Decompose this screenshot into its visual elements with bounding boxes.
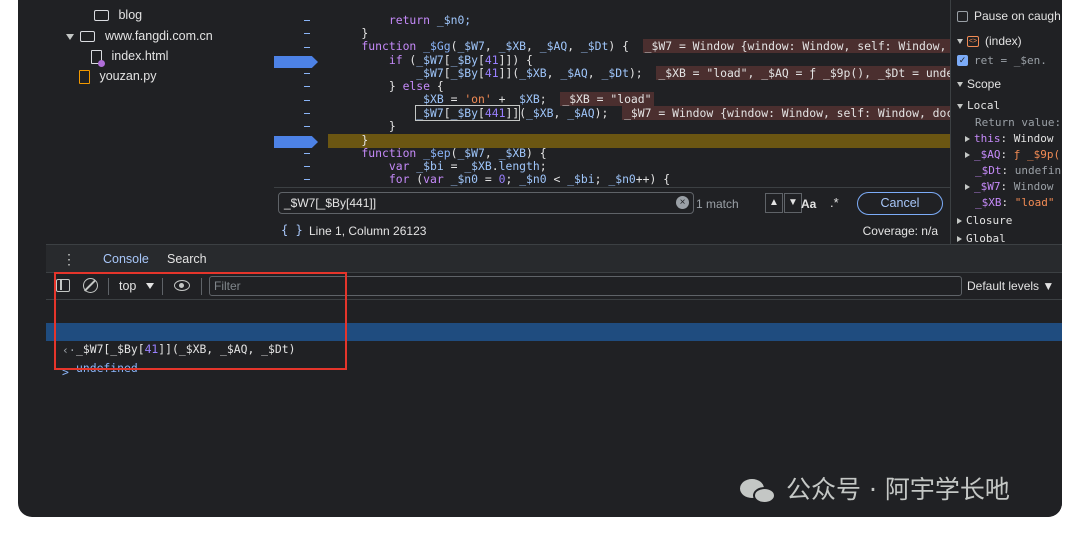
cancel-button[interactable]: Cancel <box>857 192 943 215</box>
tree-item-youzan-py[interactable]: youzan.py <box>79 67 156 85</box>
editor-status-bar: { } Line 1, Column 26123 Coverage: n/a <box>274 217 950 244</box>
scope-var-this[interactable]: this: Window <box>965 131 1054 147</box>
callstack-frame-index[interactable]: <> (index) <box>957 33 1022 49</box>
scope-panel: Pause on caugh <> (index) ✓ ret = _$en. Sc… <box>950 0 1062 244</box>
tree-item-label: youzan.py <box>99 69 157 83</box>
tree-item-index-html[interactable]: index.html <box>91 47 169 67</box>
wechat-watermark: 公众号 · 阿宇学长吔 <box>740 472 1010 508</box>
folder-icon <box>94 10 109 22</box>
scope-section-header[interactable]: Scope <box>957 76 1001 92</box>
annotation-highlight-box <box>54 272 347 370</box>
tree-item-label: index.html <box>111 49 169 63</box>
code-line: _$XB = 'on' + _$XB; _$XB = "load" <box>416 92 654 106</box>
watermark-text: 公众号 · 阿宇学长吔 <box>786 475 1010 504</box>
breakpoint-marker[interactable] <box>274 56 318 68</box>
more-tabs-icon[interactable]: ⋮ <box>62 251 76 268</box>
file-tree: blog www.fangdi.com.cn index.html youzan… <box>46 0 290 244</box>
tab-search[interactable]: Search <box>167 252 207 266</box>
source-search-bar: _$W7[_$By[441]] × 1 match ▲ ▼ Aa .* Canc… <box>274 187 950 217</box>
wechat-icon <box>740 477 778 505</box>
scope-var-w7[interactable]: _$W7: Window <box>965 179 1054 195</box>
log-levels-dropdown[interactable]: Default levels ▼ <box>967 279 1054 293</box>
match-case-button[interactable]: Aa <box>801 197 816 211</box>
code-line: } <box>334 119 396 133</box>
code-line: for (var _$n0 = 0; _$n0 < _$bi; _$n0++) … <box>334 172 671 186</box>
code-frame-icon: <> <box>967 36 979 48</box>
tree-item-domain[interactable]: www.fangdi.com.cn <box>66 27 213 45</box>
scope-var-dt[interactable]: _$Dt: undefin <box>975 163 1061 179</box>
tree-item-label: www.fangdi.com.cn <box>104 29 213 43</box>
checkbox-icon[interactable] <box>957 11 968 23</box>
checkbox-checked-icon[interactable]: ✓ <box>957 55 968 67</box>
pretty-print-icon[interactable]: { } <box>281 223 303 237</box>
search-input[interactable]: _$W7[_$By[441]] <box>278 192 694 214</box>
match-count: 1 match <box>696 197 739 211</box>
tree-item-blog[interactable]: blog <box>94 6 142 24</box>
tree-item-label: blog <box>118 8 143 22</box>
code-line: function _$Gg(_$W7, _$XB, _$AQ, _$Dt) { … <box>334 39 950 53</box>
regex-button[interactable]: .* <box>830 195 839 210</box>
pause-caught-checkbox[interactable]: Pause on caugh <box>957 8 1061 24</box>
coverage-status: Coverage: n/a <box>862 224 938 238</box>
next-match-button[interactable]: ▼ <box>784 193 802 213</box>
ret-expression-row[interactable]: ✓ ret = _$en. <box>957 52 1047 68</box>
code-editor[interactable]: return _$n0; } function _$Gg(_$W7, _$XB,… <box>274 0 950 187</box>
return-value-row: Return value: <box>975 116 1062 129</box>
clear-search-icon[interactable]: × <box>676 196 689 209</box>
global-scope-header[interactable]: Global <box>957 231 1006 244</box>
devtools-window: blog www.fangdi.com.cn index.html youzan… <box>18 0 1062 517</box>
code-line: _$W7[_$By[441]](_$XB, _$AQ); _$W7 = Wind… <box>334 105 950 121</box>
line-gutter[interactable] <box>274 0 328 187</box>
tab-console[interactable]: Console <box>103 252 149 266</box>
breakpoint-marker[interactable] <box>274 136 318 148</box>
html-file-icon <box>91 49 105 67</box>
expand-arrow-icon[interactable] <box>66 33 74 40</box>
previous-match-button[interactable]: ▲ <box>765 193 783 213</box>
scope-var-xb[interactable]: _$XB: "load" <box>975 195 1055 211</box>
cursor-position: Line 1, Column 26123 <box>309 224 427 238</box>
drawer-tab-bar: ⋮ Console Search <box>46 244 1062 273</box>
folder-icon <box>80 31 96 43</box>
scope-var-aq[interactable]: _$AQ: ƒ _$9p( <box>965 147 1060 163</box>
local-scope-header[interactable]: Local <box>957 98 1000 114</box>
python-file-icon <box>79 69 90 84</box>
closure-scope-header[interactable]: Closure <box>957 213 1012 229</box>
